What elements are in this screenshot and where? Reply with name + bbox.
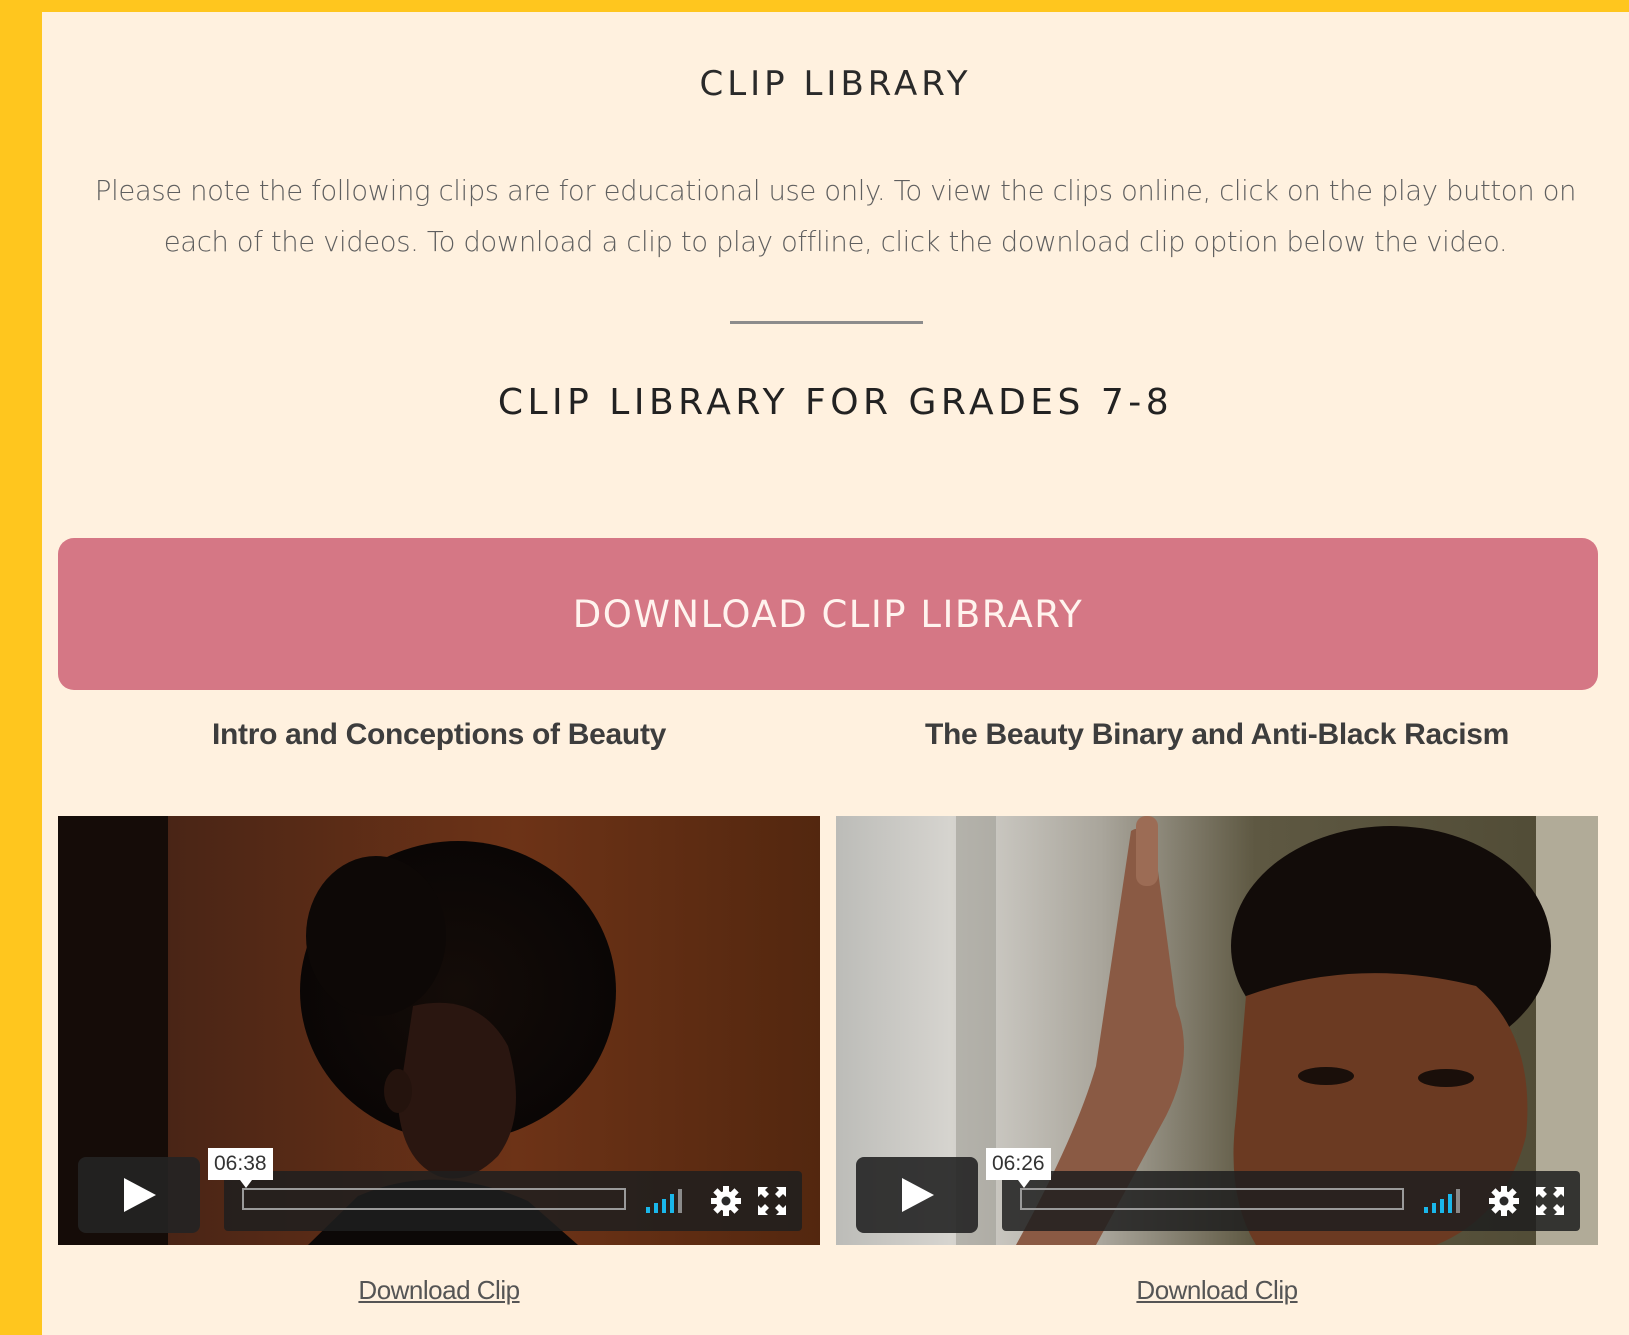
clip-library-panel: CLIP LIBRARY Please note the following c… [42, 12, 1629, 1335]
video-controls [224, 1171, 802, 1231]
download-clip-library-button[interactable]: DOWNLOAD CLIP LIBRARY [58, 538, 1598, 690]
play-icon [902, 1178, 934, 1212]
play-button[interactable] [856, 1157, 978, 1233]
clip-title: Intro and Conceptions of Beauty [211, 718, 667, 751]
intro-text: Please note the following clips are for … [94, 175, 1577, 258]
video-controls [1002, 1171, 1580, 1231]
download-clip-link[interactable]: Download Clip [58, 1275, 820, 1306]
fullscreen-icon[interactable] [1536, 1187, 1564, 1215]
section-divider [730, 321, 923, 324]
gear-icon[interactable] [710, 1185, 742, 1217]
video-player[interactable]: 06:38 [58, 816, 820, 1245]
download-clip-link[interactable]: Download Clip [836, 1275, 1598, 1306]
play-button[interactable] [78, 1157, 200, 1233]
video-player[interactable]: 06:26 [836, 816, 1598, 1245]
fullscreen-icon[interactable] [758, 1187, 786, 1215]
progress-bar[interactable] [242, 1188, 626, 1210]
volume-icon[interactable] [1424, 1189, 1470, 1213]
progress-bar[interactable] [1020, 1188, 1404, 1210]
gear-icon[interactable] [1488, 1185, 1520, 1217]
play-icon [124, 1178, 156, 1212]
page-title: CLIP LIBRARY [699, 64, 972, 104]
duration-badge: 06:38 [208, 1148, 273, 1188]
duration-badge: 06:26 [986, 1148, 1051, 1188]
volume-icon[interactable] [646, 1189, 692, 1213]
section-title: CLIP LIBRARY FOR GRADES 7-8 [497, 382, 1174, 423]
clip-title: The Beauty Binary and Anti-Black Racism [924, 718, 1510, 751]
